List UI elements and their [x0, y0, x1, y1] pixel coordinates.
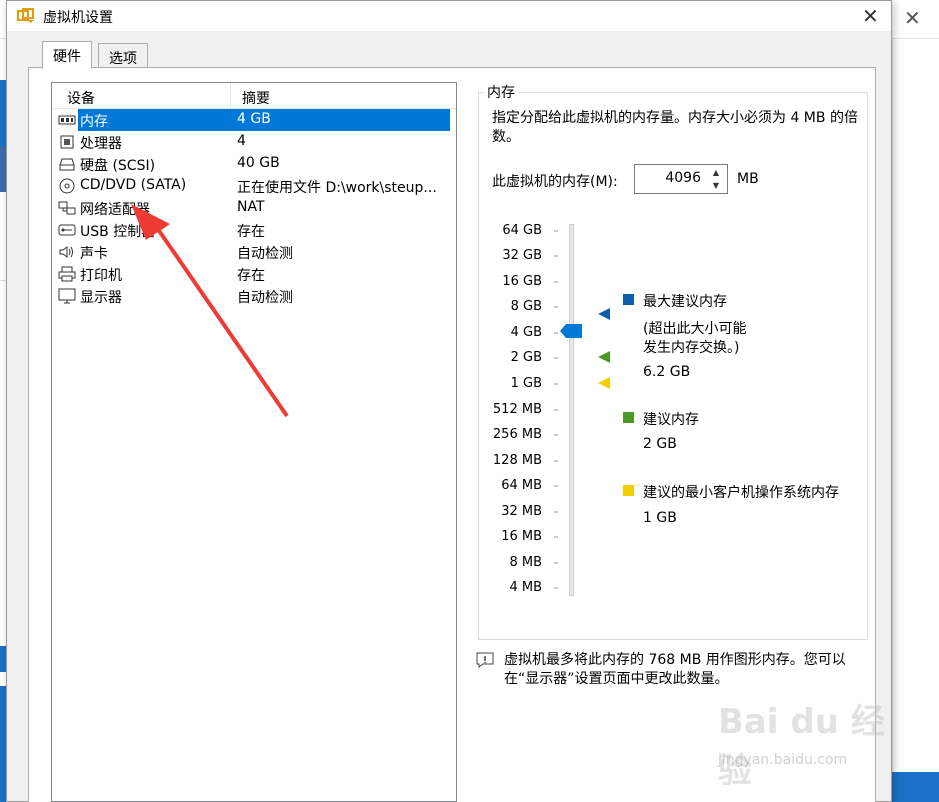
printer-icon — [58, 266, 76, 282]
min-recommended-value: 1 GB — [643, 510, 677, 526]
device-name: USB 控制器 — [80, 224, 156, 240]
memory-input[interactable]: 4096 ▲ ▼ — [634, 164, 728, 194]
device-row-printer[interactable]: 打印机 存在 — [52, 263, 456, 285]
scale-ticks — [554, 230, 558, 589]
memory-icon — [58, 115, 76, 125]
max-recommended-note: (超出此大小可能 — [643, 321, 747, 337]
min-recommended-label: 建议的最小客户机操作系统内存 — [643, 485, 839, 501]
device-summary: 存在 — [237, 268, 265, 284]
memory-slider-thumb[interactable] — [560, 324, 582, 338]
device-name: 网络适配器 — [80, 202, 150, 218]
close-icon[interactable]: ✕ — [862, 4, 879, 28]
max-recommended-value: 6.2 GB — [643, 364, 691, 380]
device-summary: 自动检测 — [237, 246, 293, 262]
cd-dvd-icon — [59, 178, 75, 194]
device-summary: 40 GB — [237, 155, 280, 171]
dialog-title: 虚拟机设置 — [43, 10, 113, 26]
scale-label: 16 GB — [502, 274, 542, 289]
max-recommended-marker-icon — [598, 308, 610, 320]
graphics-memory-info: 虚拟机最多将此内存的 768 MB 用作图形内存。您可以在“显示器”设置页面中更… — [504, 652, 846, 687]
memory-unit: MB — [737, 171, 759, 187]
device-summary: 正在使用文件 D:\work\steup... — [237, 180, 437, 196]
dialog-titlebar: 虚拟机设置 ✕ — [7, 1, 891, 31]
processor-icon — [60, 135, 74, 149]
vmware-icon — [17, 8, 34, 23]
scale-label: 1 GB — [510, 376, 542, 391]
spin-down-icon[interactable]: ▼ — [707, 180, 725, 192]
scale-label: 32 MB — [501, 504, 542, 519]
device-list[interactable]: 设备 摘要 内存 4 GB 处理器 4 硬盘 (SCSI) 40 GB CD/D… — [51, 82, 457, 802]
memory-group-title: 内存 — [484, 82, 518, 102]
scale-label: 4 GB — [510, 325, 542, 340]
column-header-summary[interactable]: 摘要 — [242, 88, 270, 108]
column-divider[interactable] — [230, 83, 231, 109]
scale-label: 64 MB — [501, 478, 542, 493]
column-header-device[interactable]: 设备 — [67, 88, 95, 108]
device-row-network-adapter[interactable]: 网络适配器 NAT — [52, 197, 456, 219]
memory-scale: 64 GB 32 GB 16 GB 8 GB 4 GB 2 GB 1 GB 51… — [490, 218, 550, 598]
device-row-sound-card[interactable]: 声卡 自动检测 — [52, 241, 456, 263]
memory-input-value[interactable]: 4096 — [665, 170, 701, 186]
scale-label: 64 GB — [502, 223, 542, 238]
device-name: 声卡 — [80, 246, 108, 262]
scale-label: 16 MB — [501, 529, 542, 544]
background-panel — [890, 772, 939, 802]
scale-label: 32 GB — [502, 248, 542, 263]
scale-label: 512 MB — [492, 402, 542, 417]
scale-label: 2 GB — [510, 350, 542, 365]
background-panel — [892, 39, 939, 772]
device-row-cd-dvd[interactable]: CD/DVD (SATA) 正在使用文件 D:\work\steup... — [52, 175, 456, 197]
max-recommended-label: 最大建议内存 — [643, 294, 727, 310]
device-name: 内存 — [80, 114, 108, 130]
device-row-harddisk[interactable]: 硬盘 (SCSI) 40 GB — [52, 153, 456, 175]
network-adapter-icon — [58, 201, 76, 215]
sound-card-icon — [59, 246, 73, 258]
device-summary: NAT — [237, 199, 265, 215]
max-recommended-swatch — [623, 294, 634, 305]
device-name: 显示器 — [80, 290, 122, 306]
info-icon — [476, 652, 494, 668]
recommended-label: 建议内存 — [643, 412, 699, 428]
recommended-marker-icon — [598, 351, 610, 363]
recommended-value: 2 GB — [643, 436, 677, 452]
device-name: 硬盘 (SCSI) — [80, 158, 156, 174]
scale-label: 4 MB — [509, 580, 542, 595]
background-close-icon[interactable]: ✕ — [904, 6, 921, 30]
scale-label: 8 MB — [509, 555, 542, 570]
recommended-swatch — [623, 412, 634, 423]
device-name: 打印机 — [80, 268, 122, 284]
scale-label: 128 MB — [492, 453, 542, 468]
device-summary: 自动检测 — [237, 290, 293, 306]
display-icon — [58, 288, 76, 304]
device-name: CD/DVD (SATA) — [80, 177, 187, 193]
device-summary: 4 GB — [237, 111, 271, 127]
device-summary: 存在 — [237, 224, 265, 240]
scale-label: 256 MB — [492, 427, 542, 442]
min-recommended-marker-icon — [598, 377, 610, 389]
spin-up-icon[interactable]: ▲ — [707, 167, 725, 179]
tab-options[interactable]: 选项 — [98, 43, 148, 69]
min-recommended-swatch — [623, 485, 634, 496]
device-row-memory[interactable]: 内存 4 GB — [52, 109, 456, 131]
device-list-header: 设备 摘要 — [52, 83, 456, 109]
memory-field-label: 此虚拟机的内存(M): — [492, 174, 618, 190]
memory-slider-track[interactable] — [569, 224, 574, 596]
usb-icon — [58, 224, 76, 236]
device-row-display[interactable]: 显示器 自动检测 — [52, 285, 456, 307]
harddisk-icon — [59, 158, 75, 171]
tab-hardware[interactable]: 硬件 — [42, 41, 92, 69]
device-row-processor[interactable]: 处理器 4 — [52, 131, 456, 153]
device-summary: 4 — [237, 133, 246, 149]
scale-label: 8 GB — [510, 299, 542, 314]
memory-description: 指定分配给此虚拟机的内存量。内存大小必须为 4 MB 的倍数。 — [492, 110, 858, 145]
device-row-usb[interactable]: USB 控制器 存在 — [52, 219, 456, 241]
max-recommended-note: 发生内存交换。) — [643, 340, 740, 356]
device-name: 处理器 — [80, 136, 122, 152]
